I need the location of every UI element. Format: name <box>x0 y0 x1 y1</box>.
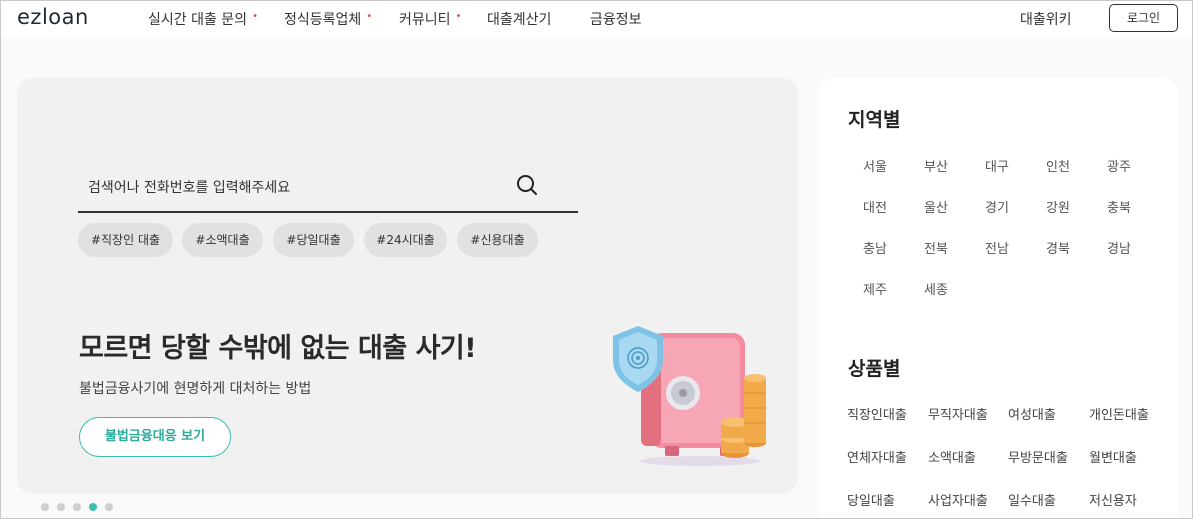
search-icon[interactable] <box>516 174 538 196</box>
nav-item-registered-lenders[interactable]: 정식등록업체 • <box>284 9 372 29</box>
region-link[interactable]: 울산 <box>906 197 966 216</box>
product-link[interactable]: 여성대출 <box>1008 404 1056 423</box>
carousel-dot[interactable] <box>73 503 81 511</box>
product-link[interactable]: 개인돈대출 <box>1089 404 1149 423</box>
loan-wiki-link[interactable]: 대출위키 <box>1020 9 1072 29</box>
region-link[interactable]: 경북 <box>1028 238 1088 257</box>
new-dot-icon: • <box>252 11 258 22</box>
login-button[interactable]: 로그인 <box>1109 4 1178 32</box>
region-link[interactable]: 서울 <box>845 156 905 175</box>
new-dot-icon: • <box>366 11 373 22</box>
product-link[interactable]: 무직자대출 <box>928 404 988 423</box>
nav-label: 커뮤니티 <box>399 12 451 28</box>
product-link[interactable]: 일수대출 <box>1008 490 1056 509</box>
region-link[interactable]: 제주 <box>845 279 905 298</box>
region-link[interactable]: 인천 <box>1028 156 1088 175</box>
tag-chip[interactable]: #당일대출 <box>273 223 354 257</box>
nav-item-community[interactable]: 커뮤니티 • <box>399 9 461 29</box>
nav-item-live-inquiry[interactable]: 실시간 대출 문의 • <box>148 9 258 29</box>
region-section-title: 지역별 <box>848 109 901 131</box>
category-panel: 지역별 서울 부산 대구 인천 광주 대전 울산 경기 강원 충북 충남 전북 … <box>819 78 1178 518</box>
product-link[interactable]: 월변대출 <box>1089 447 1137 466</box>
region-link[interactable]: 전북 <box>906 238 966 257</box>
new-dot-icon: • <box>455 11 462 22</box>
tag-chip[interactable]: #신용대출 <box>457 223 538 257</box>
carousel-dot[interactable] <box>105 503 113 511</box>
product-link[interactable]: 당일대출 <box>847 490 895 509</box>
region-link[interactable]: 경남 <box>1089 238 1149 257</box>
region-link[interactable]: 부산 <box>906 156 966 175</box>
search-input[interactable] <box>78 168 498 208</box>
banner-subline: 불법금융사기에 현명하게 대처하는 방법 <box>79 381 312 397</box>
safe-shield-coins-illustration <box>613 326 766 466</box>
region-link[interactable]: 경기 <box>967 197 1027 216</box>
nav-item-finance-info[interactable]: 금융정보 <box>590 9 642 29</box>
product-link[interactable]: 직장인대출 <box>847 404 907 423</box>
tag-chip[interactable]: #24시대출 <box>364 223 447 257</box>
region-link[interactable]: 충남 <box>845 238 905 257</box>
region-link[interactable]: 광주 <box>1089 156 1149 175</box>
product-link[interactable]: 저신용자 <box>1089 490 1137 509</box>
region-link[interactable]: 세종 <box>906 279 966 298</box>
tag-chip[interactable]: #소액대출 <box>182 223 263 257</box>
product-link[interactable]: 소액대출 <box>928 447 976 466</box>
region-link[interactable]: 충북 <box>1089 197 1149 216</box>
region-link[interactable]: 대전 <box>845 197 905 216</box>
nav-label: 금융정보 <box>590 12 642 28</box>
nav-item-loan-calculator[interactable]: 대출계산기 <box>487 9 551 29</box>
top-header: ezloan 실시간 대출 문의 • 정식등록업체 • 커뮤니티 • 대출계산기 금융… <box>1 1 1192 37</box>
nav-label: 정식등록업체 <box>284 12 362 28</box>
product-link[interactable]: 연체자대출 <box>847 447 907 466</box>
carousel-dot[interactable] <box>41 503 49 511</box>
search-bar <box>78 168 578 213</box>
nav-label: 대출계산기 <box>487 12 552 28</box>
nav-label: 실시간 대출 문의 <box>148 12 248 28</box>
carousel-dot-active[interactable] <box>89 503 97 511</box>
region-link[interactable]: 전남 <box>967 238 1027 257</box>
logo[interactable]: ezloan <box>17 5 89 29</box>
product-link[interactable]: 무방문대출 <box>1008 447 1068 466</box>
fraud-response-button[interactable]: 불법금융대응 보기 <box>79 417 231 457</box>
tag-chip[interactable]: #직장인 대출 <box>78 223 173 257</box>
region-link[interactable]: 강원 <box>1028 197 1088 216</box>
page-frame: ezloan 실시간 대출 문의 • 정식등록업체 • 커뮤니티 • 대출계산기 금융… <box>0 0 1193 519</box>
hero-banner: #직장인 대출 #소액대출 #당일대출 #24시대출 #신용대출 모르면 당할 … <box>17 78 798 494</box>
product-link[interactable]: 사업자대출 <box>928 490 988 509</box>
region-link[interactable]: 대구 <box>967 156 1027 175</box>
product-section-title: 상품별 <box>848 358 901 380</box>
carousel-dot[interactable] <box>57 503 65 511</box>
banner-headline: 모르면 당할 수밖에 없는 대출 사기! <box>79 333 477 364</box>
